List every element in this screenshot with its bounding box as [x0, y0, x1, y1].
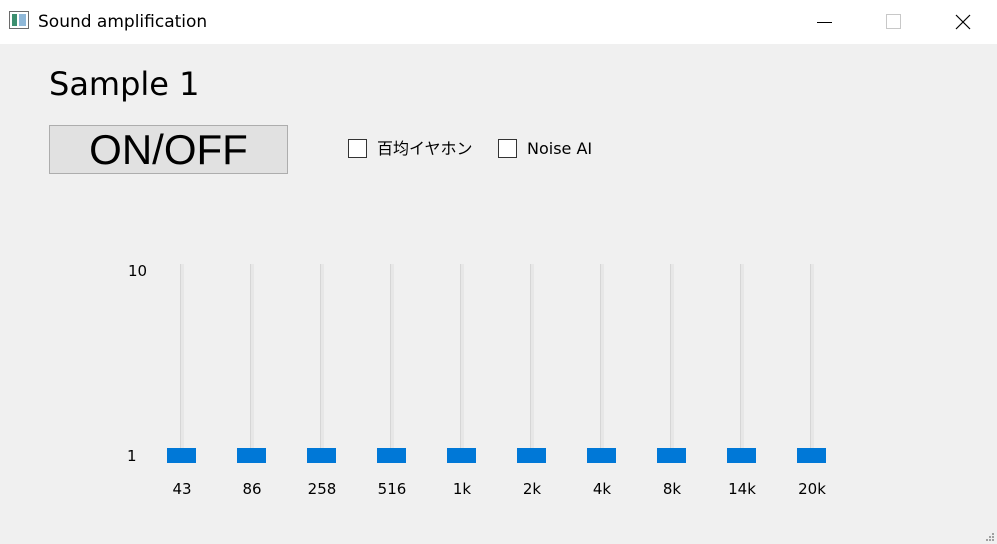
maximize-icon	[886, 14, 901, 29]
checkbox-box[interactable]	[348, 139, 367, 158]
maximize-button[interactable]	[870, 0, 916, 44]
title-bar: Sound amplification	[0, 0, 997, 44]
band-slider-14k[interactable]: 14k	[717, 262, 767, 502]
slider-track[interactable]	[320, 264, 324, 462]
checkbox-box[interactable]	[498, 139, 517, 158]
slider-thumb[interactable]	[727, 448, 756, 463]
slider-thumb[interactable]	[377, 448, 406, 463]
close-button[interactable]	[940, 0, 986, 44]
minimize-icon	[817, 22, 832, 23]
slider-track[interactable]	[600, 264, 604, 462]
slider-thumb[interactable]	[587, 448, 616, 463]
slider-thumb[interactable]	[517, 448, 546, 463]
scale-max-label: 10	[128, 262, 148, 280]
page-title: Sample 1	[49, 65, 200, 103]
band-label: 258	[307, 480, 337, 498]
checkbox-label: Noise AI	[527, 139, 593, 158]
slider-track[interactable]	[250, 264, 254, 462]
minimize-button[interactable]	[801, 0, 847, 44]
app-window-icon	[9, 11, 29, 29]
on-off-button[interactable]: ON/OFF	[49, 125, 288, 174]
band-slider-86[interactable]: 86	[227, 262, 277, 502]
slider-track[interactable]	[670, 264, 674, 462]
checkbox-label: 百均イヤホン	[377, 139, 473, 158]
checkbox-cheap-earphones[interactable]: 百均イヤホン	[348, 138, 478, 160]
slider-track[interactable]	[390, 264, 394, 462]
scale-min-label: 1	[127, 447, 137, 465]
band-label: 516	[377, 480, 407, 498]
band-slider-258[interactable]: 258	[297, 262, 347, 502]
slider-track[interactable]	[810, 264, 814, 462]
slider-track[interactable]	[180, 264, 184, 462]
band-slider-20k[interactable]: 20k	[787, 262, 837, 502]
band-label: 86	[242, 480, 262, 498]
band-slider-43[interactable]: 43	[157, 262, 207, 502]
band-label: 14k	[728, 480, 756, 498]
window-title: Sound amplification	[38, 12, 208, 32]
slider-thumb[interactable]	[447, 448, 476, 463]
slider-track[interactable]	[740, 264, 744, 462]
slider-thumb[interactable]	[237, 448, 266, 463]
slider-track[interactable]	[530, 264, 534, 462]
band-label: 4k	[592, 480, 612, 498]
band-slider-516[interactable]: 516	[367, 262, 417, 502]
slider-thumb[interactable]	[307, 448, 336, 463]
band-slider-1k[interactable]: 1k	[437, 262, 487, 502]
band-label: 2k	[522, 480, 542, 498]
slider-track[interactable]	[460, 264, 464, 462]
band-slider-8k[interactable]: 8k	[647, 262, 697, 502]
band-label: 8k	[662, 480, 682, 498]
close-icon	[955, 14, 971, 30]
band-label: 43	[172, 480, 192, 498]
slider-thumb[interactable]	[797, 448, 826, 463]
slider-thumb[interactable]	[167, 448, 196, 463]
band-label: 20k	[798, 480, 826, 498]
band-label: 1k	[452, 480, 472, 498]
resize-grip-icon[interactable]	[985, 532, 995, 542]
band-slider-2k[interactable]: 2k	[507, 262, 557, 502]
slider-thumb[interactable]	[657, 448, 686, 463]
checkbox-noise-ai[interactable]: Noise AI	[498, 138, 598, 160]
band-slider-4k[interactable]: 4k	[577, 262, 627, 502]
